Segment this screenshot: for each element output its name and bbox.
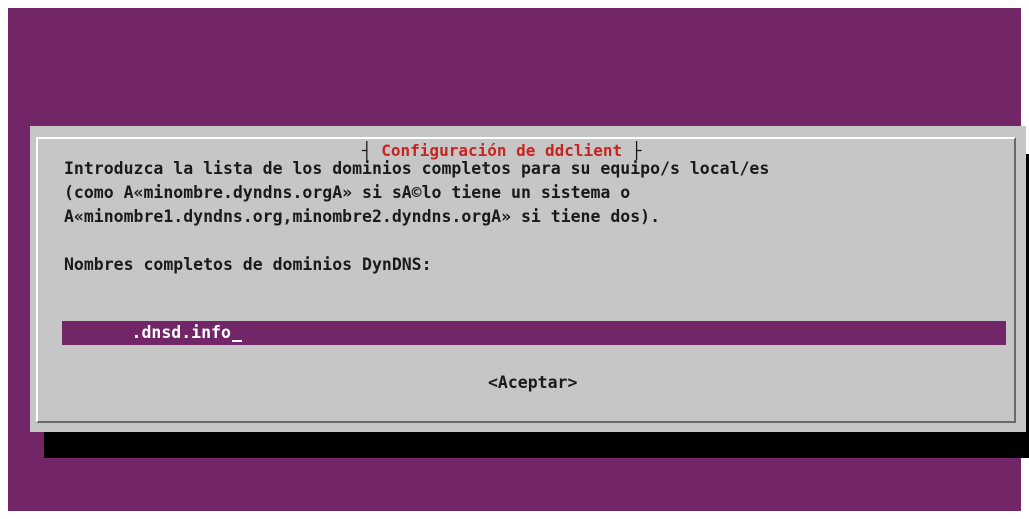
description-line-3: A«minombre1.dyndns.org,minombre2.dyndns.… bbox=[64, 207, 661, 226]
domain-input[interactable]: .dnsd.info bbox=[62, 321, 1006, 345]
field-label: Nombres completos de dominios DynDNS: bbox=[64, 255, 432, 274]
config-dialog: ┤ Configuración de ddclient ├ Introduzca… bbox=[30, 126, 1026, 432]
text-cursor bbox=[231, 340, 242, 342]
terminal-screen: ┤ Configuración de ddclient ├ Introduzca… bbox=[8, 8, 1029, 511]
domain-input-value: .dnsd.info bbox=[62, 321, 242, 345]
description-line-1: Introduzca la lista de los dominios comp… bbox=[64, 159, 770, 178]
accept-button[interactable]: <Aceptar> bbox=[488, 371, 577, 395]
dialog-frame: ┤ Configuración de ddclient ├ Introduzca… bbox=[36, 137, 1016, 423]
description-line-2: (como A«minombre.dyndns.orgA» si sA©lo t… bbox=[64, 183, 631, 202]
